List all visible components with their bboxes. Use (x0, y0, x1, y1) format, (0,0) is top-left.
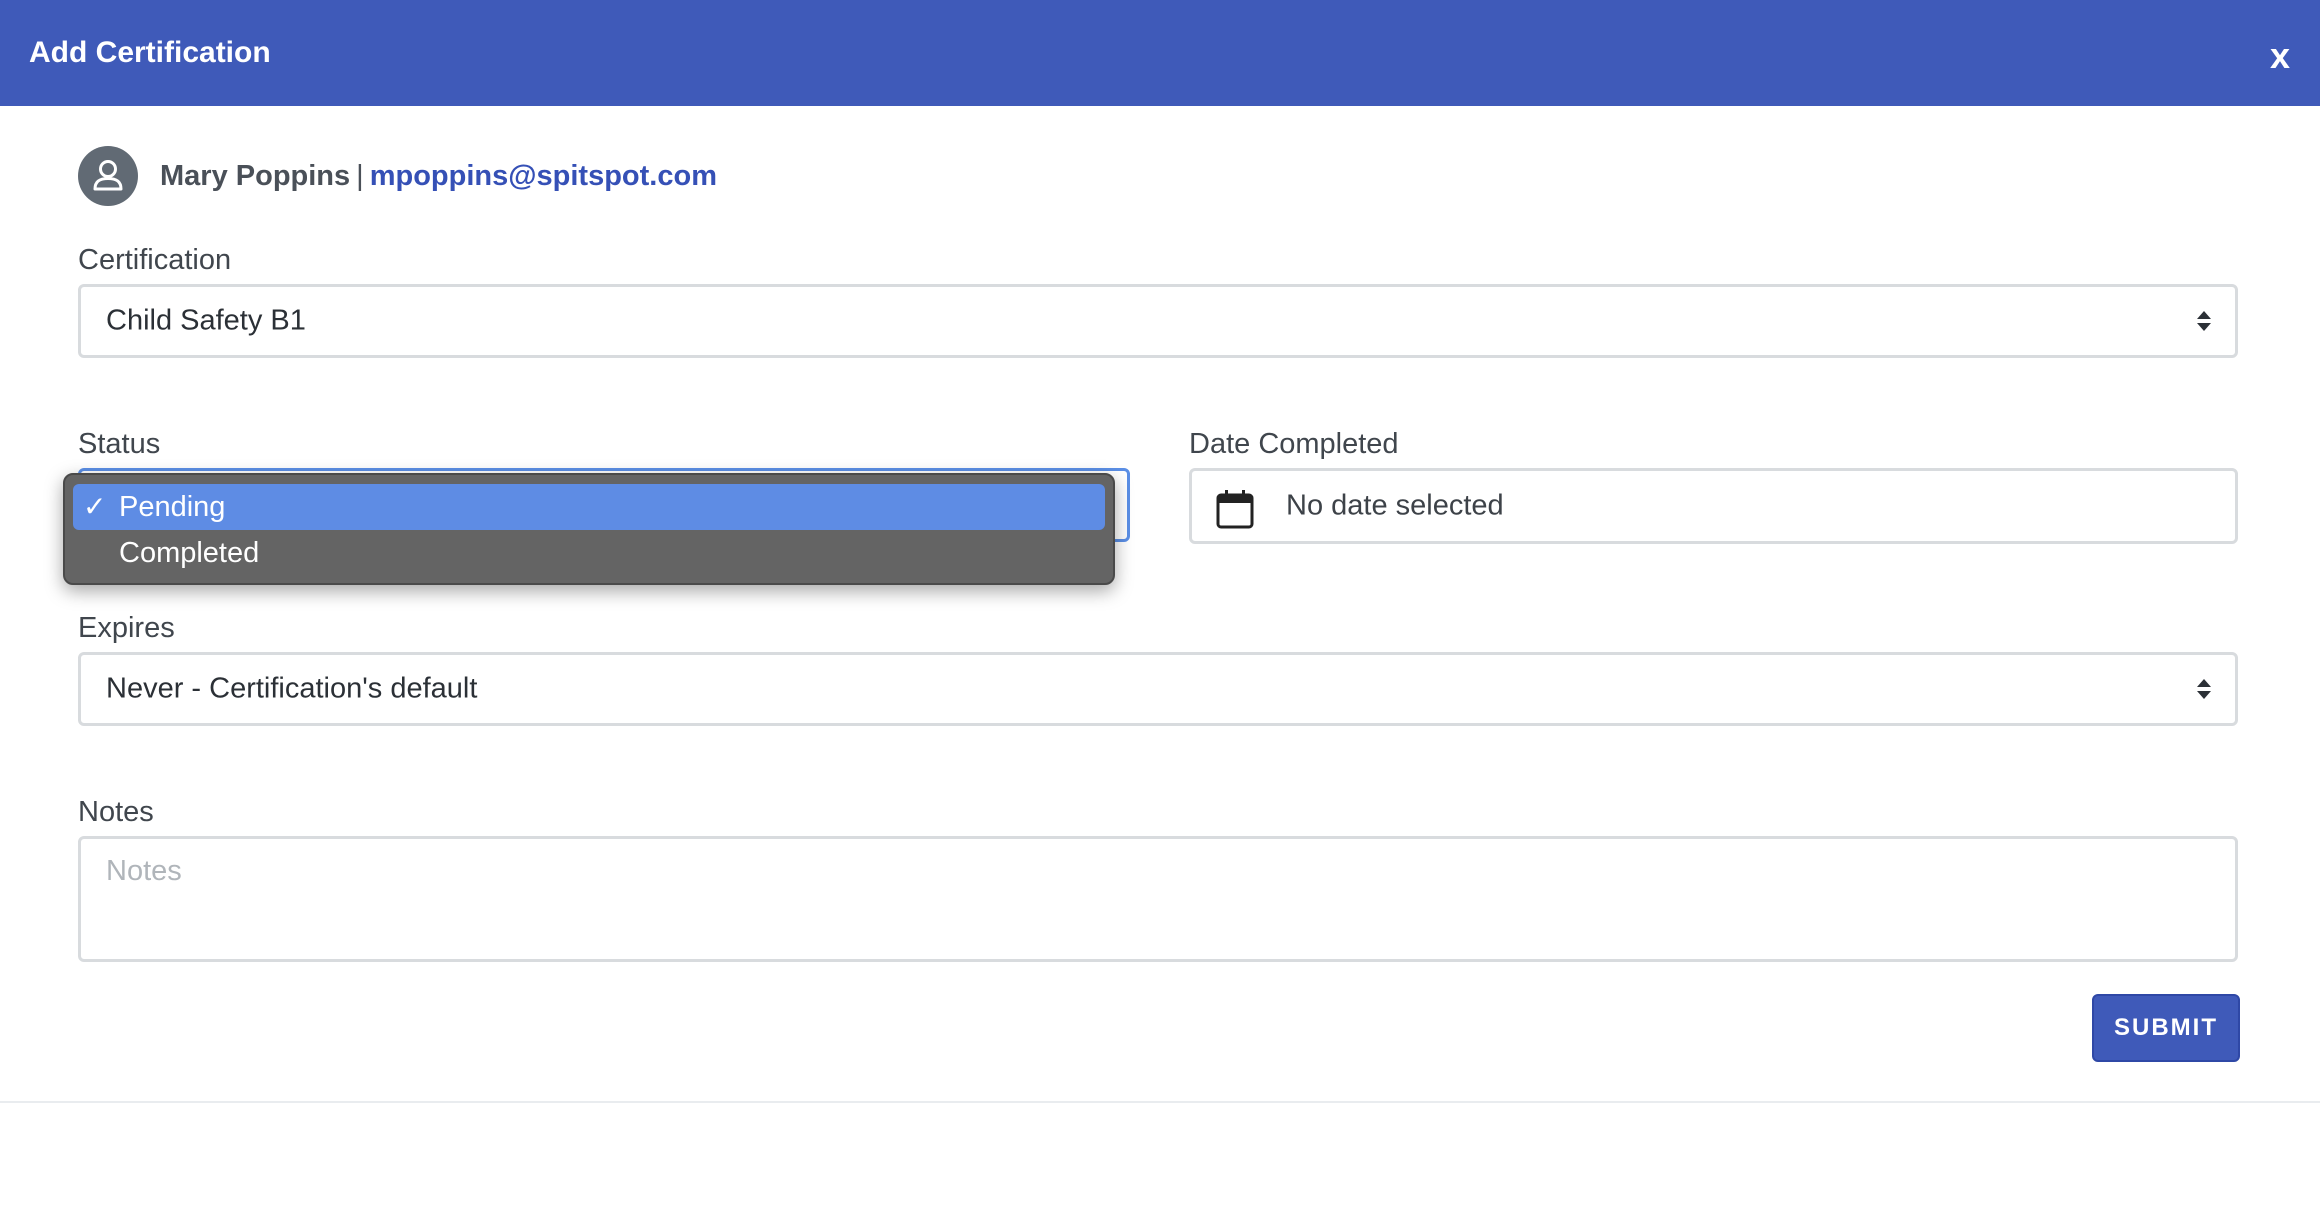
status-option-label: Pending (119, 491, 226, 523)
select-arrows-icon (2197, 311, 2211, 331)
notes-textarea[interactable] (78, 836, 2238, 962)
expires-value: Never - Certification's default (106, 672, 478, 705)
status-option-label: Completed (119, 537, 260, 569)
user-email-link[interactable]: mpoppins@spitspot.com (370, 160, 717, 193)
certification-value: Child Safety B1 (106, 304, 306, 337)
expires-label: Expires (78, 612, 175, 644)
submit-button[interactable]: SUBMIT (2092, 994, 2240, 1062)
modal-divider (0, 1101, 2320, 1103)
calendar-icon (1216, 490, 1254, 529)
certification-select[interactable]: Child Safety B1 (78, 284, 2238, 358)
user-name: Mary Poppins (160, 159, 351, 192)
user-info: Mary Poppins | mpoppins@spitspot.com (78, 146, 717, 206)
expires-select[interactable]: Never - Certification's default (78, 652, 2238, 726)
status-dropdown-menu: ✓ Pending Completed (63, 473, 1115, 585)
close-button[interactable]: x (2270, 36, 2290, 76)
user-avatar-icon (78, 146, 138, 206)
checkmark-icon: ✓ (83, 491, 107, 522)
date-completed-label: Date Completed (1189, 428, 1399, 460)
date-completed-picker[interactable]: No date selected (1189, 468, 2238, 544)
date-completed-value: No date selected (1286, 489, 1504, 522)
select-arrows-icon (2197, 679, 2211, 699)
status-label: Status (78, 428, 161, 460)
notes-label: Notes (78, 796, 154, 828)
status-option-completed[interactable]: Completed (73, 530, 1105, 576)
certification-label: Certification (78, 244, 232, 276)
user-separator: | (356, 159, 364, 192)
dialog-title: Add Certification (29, 36, 271, 69)
dialog-header: Add Certification x (0, 0, 2320, 106)
status-option-pending[interactable]: ✓ Pending (73, 484, 1105, 530)
